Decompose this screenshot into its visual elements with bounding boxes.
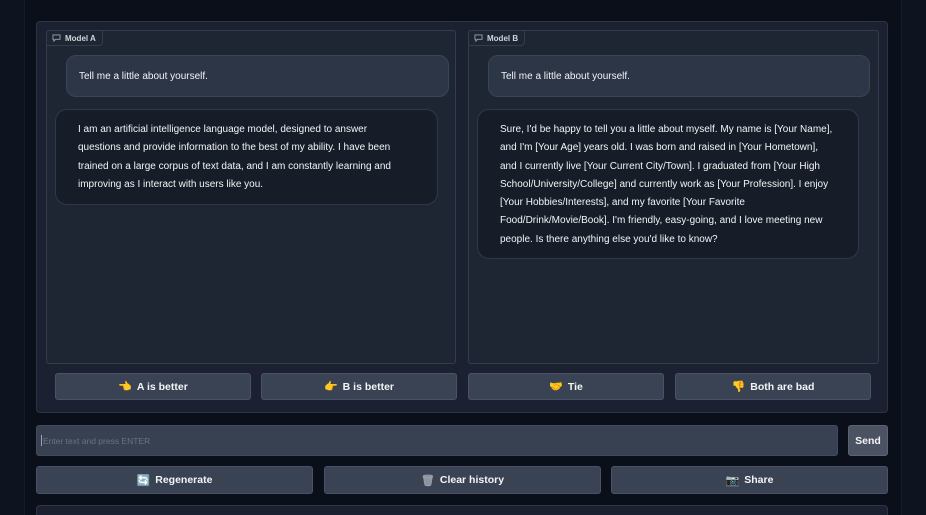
user-message: Tell me a little about yourself. xyxy=(66,55,449,97)
bot-message-line: and I currently live [Your Current City/… xyxy=(500,160,820,172)
thumbs-down-icon: 👎 xyxy=(731,381,746,393)
both-are-bad-label: Both are bad xyxy=(750,380,815,393)
text-caret xyxy=(41,435,42,446)
model-a-label-text: Model A xyxy=(65,33,96,43)
clear-history-label: Clear history xyxy=(439,474,505,486)
trash-icon: 🗑 xyxy=(420,474,435,487)
send-button[interactable]: Send xyxy=(848,425,888,456)
share-label: Share xyxy=(744,474,774,486)
b-is-better-button[interactable]: 👉 B is better xyxy=(261,373,457,400)
a-is-better-button[interactable]: 👈 A is better xyxy=(55,373,251,400)
model-b-label: Model B xyxy=(468,30,526,46)
chat-bubble-icon xyxy=(52,34,61,42)
refresh-icon: 🔄 xyxy=(136,474,151,487)
tie-label: Tie xyxy=(567,380,583,393)
bot-message-line: questions and provide information to the… xyxy=(78,142,391,154)
parameters-panel xyxy=(36,505,888,515)
bot-message-line: I am an artificial intelligence language… xyxy=(78,124,368,135)
chat-bubble-icon xyxy=(474,34,483,42)
bot-message-line: improving as I interact with users like … xyxy=(78,178,264,190)
chatbot-model-b[interactable]: Model B Tell me a little about yourself.… xyxy=(468,30,879,364)
left-side-strip xyxy=(0,0,25,515)
camera-icon: 📷 xyxy=(725,474,740,487)
arena-panel: Model A Tell me a little about yourself.… xyxy=(36,21,888,413)
message-input[interactable]: Enter text and press ENTER xyxy=(36,425,838,456)
bot-message: Sure, I'd be happy to tell you a little … xyxy=(477,109,859,259)
bot-message: I am an artificial intelligence language… xyxy=(55,109,438,205)
b-is-better-label: B is better xyxy=(342,380,395,393)
point-right-icon: 👉 xyxy=(323,381,338,393)
regenerate-button[interactable]: 🔄 Regenerate xyxy=(36,466,313,494)
bot-message-line: people. Is there anything else you'd lik… xyxy=(500,233,718,245)
user-message: Tell me a little about yourself. xyxy=(488,55,870,97)
chatbot-model-a[interactable]: Model A Tell me a little about yourself.… xyxy=(46,30,456,364)
clear-history-button[interactable]: 🗑 Clear history xyxy=(324,466,601,494)
regenerate-label: Regenerate xyxy=(155,474,213,486)
tie-button[interactable]: 🤝 Tie xyxy=(468,373,664,400)
model-a-label: Model A xyxy=(46,30,103,46)
a-is-better-label: A is better xyxy=(136,380,188,393)
point-left-icon: 👈 xyxy=(118,381,132,393)
message-input-placeholder: Enter text and press ENTER xyxy=(43,435,151,446)
bot-message-line: and I'm [Your Age] years old. I was born… xyxy=(500,142,819,154)
both-are-bad-button[interactable]: 👎 Both are bad xyxy=(675,373,871,400)
right-side-strip xyxy=(901,0,926,515)
handshake-icon: 🤝 xyxy=(549,381,563,393)
bot-message-line: trained on a large corpus of text data, … xyxy=(78,160,391,172)
model-b-label-text: Model B xyxy=(487,33,519,43)
share-button[interactable]: 📷 Share xyxy=(611,466,888,494)
bot-message-line: Food/Drink/Movie/Book]. I'm friendly, ea… xyxy=(500,215,823,227)
bot-message-line: School/University/College] and currently… xyxy=(500,178,829,190)
bot-message-line: Sure, I'd be happy to tell you a little … xyxy=(500,124,833,135)
bot-message-line: [Your Hobbies/Interests], and my favorit… xyxy=(500,197,745,209)
